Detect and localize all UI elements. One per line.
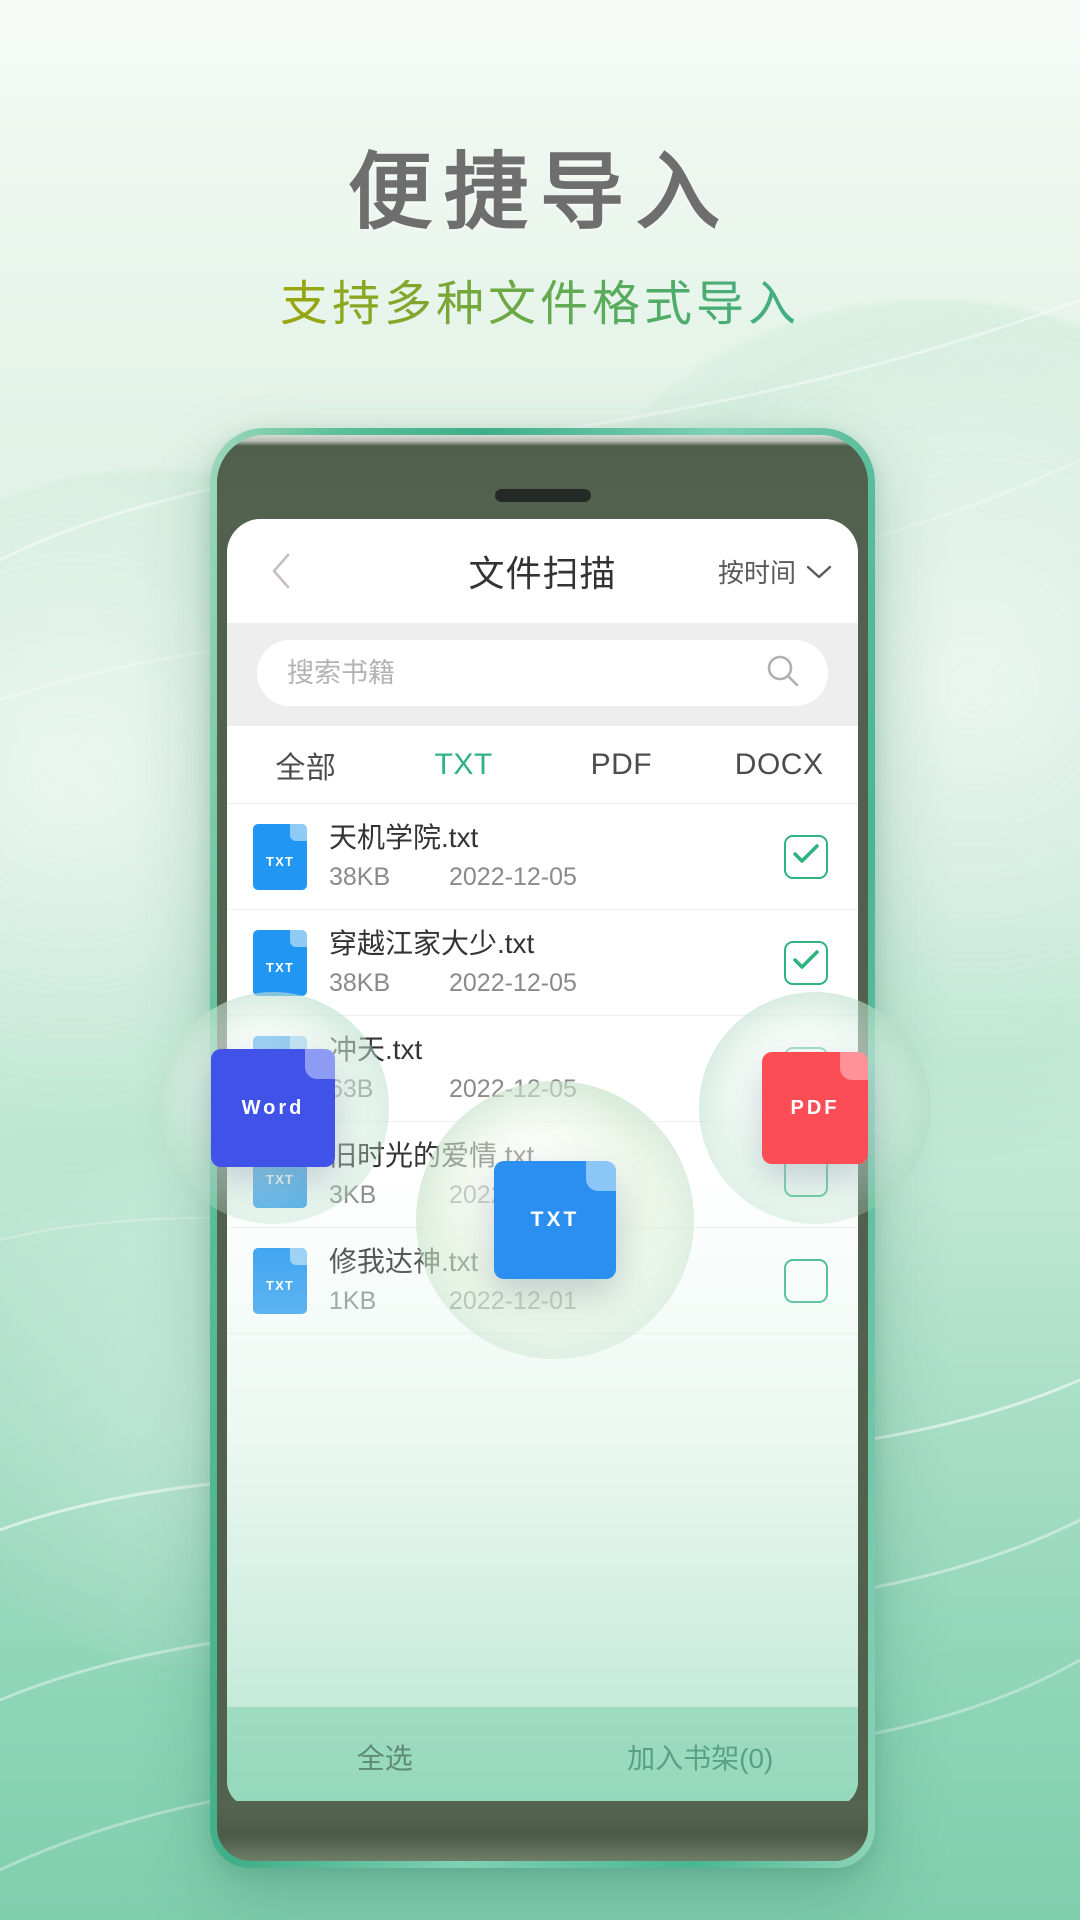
tab-pdf[interactable]: PDF bbox=[543, 748, 701, 782]
filter-tabs: 全部 TXT PDF DOCX bbox=[227, 726, 858, 804]
page-subtitle: 支持多种文件格式导入 bbox=[280, 276, 800, 334]
file-checkbox[interactable] bbox=[784, 1258, 828, 1303]
badge-label: PDF bbox=[790, 1096, 840, 1119]
badge-label: Word bbox=[241, 1096, 305, 1119]
word-doc-icon: Word bbox=[211, 1049, 335, 1167]
pdf-doc-icon: PDF bbox=[762, 1052, 868, 1164]
search-input[interactable] bbox=[287, 657, 764, 689]
sort-label: 按时间 bbox=[717, 557, 796, 588]
add-to-shelf-button[interactable]: 加入书架(0) bbox=[543, 1737, 859, 1777]
tab-docx[interactable]: DOCX bbox=[700, 748, 858, 782]
file-name: 穿越江家大少.txt bbox=[329, 928, 535, 960]
file-size: 38KB bbox=[329, 862, 391, 891]
file-checkbox[interactable] bbox=[784, 834, 828, 879]
chevron-down-icon bbox=[806, 556, 832, 587]
search-icon[interactable] bbox=[764, 652, 802, 695]
phone-top-bezel bbox=[217, 435, 868, 527]
badge-label: TXT bbox=[530, 1208, 580, 1231]
file-icon-label: TXT bbox=[265, 1277, 295, 1293]
select-all-button[interactable]: 全选 bbox=[227, 1737, 543, 1777]
page-title: 便捷导入 bbox=[347, 145, 732, 239]
check-icon bbox=[792, 843, 820, 870]
app-header: 文件扫描 按时间 bbox=[227, 519, 858, 623]
phone-bottom-bezel bbox=[217, 1801, 868, 1861]
chevron-left-icon bbox=[270, 552, 292, 590]
file-icon-label: TXT bbox=[265, 853, 295, 869]
table-row[interactable]: TXT 天机学院.txt 38KB 2022-12-05 bbox=[227, 804, 858, 910]
hero-heading: 便捷导入 支持多种文件格式导入 bbox=[0, 150, 1080, 334]
pdf-format-badge: PDF bbox=[590, 958, 1040, 1258]
bottom-action-bar: 全选 加入书架(0) bbox=[227, 1707, 858, 1807]
file-name: 天机学院.txt bbox=[329, 822, 479, 854]
phone-speaker bbox=[494, 489, 591, 502]
tab-txt[interactable]: TXT bbox=[385, 748, 543, 782]
txt-file-icon: TXT bbox=[253, 823, 307, 890]
search-band bbox=[227, 623, 858, 726]
tab-all[interactable]: 全部 bbox=[227, 743, 385, 787]
file-meta: 天机学院.txt 38KB 2022-12-05 bbox=[329, 821, 784, 892]
back-button[interactable] bbox=[253, 543, 309, 599]
search-box[interactable] bbox=[257, 640, 828, 706]
sort-dropdown[interactable]: 按时间 bbox=[718, 553, 832, 590]
file-date: 2022-12-05 bbox=[449, 862, 577, 891]
